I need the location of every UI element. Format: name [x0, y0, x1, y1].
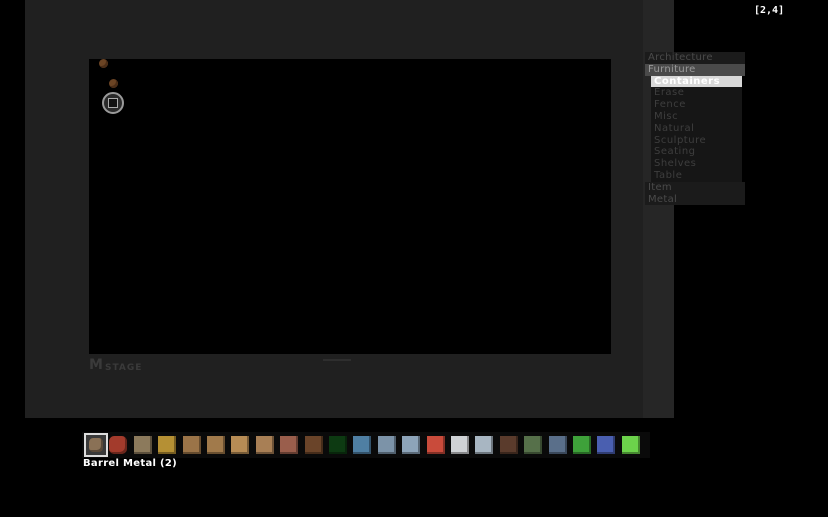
cursor-square-icon: [108, 98, 118, 108]
logo-text: STAGE: [105, 363, 143, 373]
slot-swatch: [329, 436, 347, 454]
blue-wood-icon[interactable]: [548, 435, 568, 455]
slot-swatch: [426, 436, 445, 454]
wood-panel-icon[interactable]: [230, 435, 250, 455]
green-dots-icon[interactable]: [328, 435, 348, 455]
plank-wall-icon[interactable]: [206, 435, 226, 455]
item-hotbar: [82, 432, 650, 458]
slot-swatch: [499, 436, 518, 454]
slot-swatch: [280, 436, 299, 454]
subcategory-misc[interactable]: Misc: [651, 110, 742, 123]
slot-swatch: [451, 436, 469, 454]
slot-swatch: [597, 436, 616, 454]
slot-swatch: [548, 436, 567, 454]
slot-swatch: [133, 436, 152, 454]
slot-swatch: [207, 436, 225, 454]
slot-swatch: [402, 436, 421, 454]
slot-swatch: [89, 438, 103, 452]
crate-light-icon[interactable]: [133, 435, 153, 455]
brick-panel-icon[interactable]: [279, 435, 299, 455]
wood-panel-icon[interactable]: [255, 435, 275, 455]
subcategory-sculpture[interactable]: Sculpture: [651, 134, 742, 147]
category-metal[interactable]: Metal: [645, 193, 745, 206]
plank-wall-icon[interactable]: [182, 435, 202, 455]
stage-logo: M STAGE: [89, 354, 149, 374]
blue-tool-icon[interactable]: [596, 435, 616, 455]
small-crate-icon[interactable]: [304, 435, 324, 455]
slot-swatch: [255, 436, 274, 454]
green-tool-icon[interactable]: [621, 435, 641, 455]
slot-swatch: [231, 436, 250, 454]
window-icon[interactable]: [377, 435, 397, 455]
slot-swatch: [475, 436, 494, 454]
slot-swatch: [377, 436, 396, 454]
logo-mark: M: [89, 357, 103, 373]
barrel-red-icon[interactable]: [108, 435, 128, 455]
slot-swatch: [353, 436, 372, 454]
stage-edge-mark: [323, 359, 351, 361]
category-furniture[interactable]: Furniture: [645, 63, 745, 76]
selected-item-name: Barrel Metal (2): [83, 458, 177, 469]
barrel-object[interactable]: [99, 59, 108, 68]
category-item[interactable]: Item: [645, 181, 745, 194]
barrel-object[interactable]: [109, 79, 118, 88]
green-wood-icon[interactable]: [523, 435, 543, 455]
dark-wood-icon[interactable]: [499, 435, 519, 455]
slot-swatch: [304, 436, 323, 454]
white-slab-icon[interactable]: [450, 435, 470, 455]
light-panel-icon[interactable]: [474, 435, 494, 455]
red-panel-icon[interactable]: [426, 435, 446, 455]
glass-panel-icon[interactable]: [401, 435, 421, 455]
subcategory-table[interactable]: Table: [651, 169, 742, 182]
glass-blue-icon[interactable]: [352, 435, 372, 455]
category-architecture[interactable]: Architecture: [645, 52, 745, 64]
subcategory-fence[interactable]: Fence: [651, 99, 742, 111]
build-category-menu: Architecture Furniture Containers Erase …: [645, 52, 745, 206]
subcategory-erase[interactable]: Erase: [651, 87, 742, 100]
subcategory-containers[interactable]: Containers: [651, 75, 742, 88]
subcategory-shelves[interactable]: Shelves: [651, 158, 742, 170]
green-block-icon[interactable]: [572, 435, 592, 455]
slot-swatch: [158, 436, 177, 454]
stage-area[interactable]: [89, 59, 611, 354]
slot-swatch: [573, 436, 591, 454]
slot-swatch: [182, 436, 201, 454]
placement-cursor[interactable]: [102, 92, 124, 114]
barrel-metal-icon[interactable]: [84, 433, 108, 457]
grid-coordinates: [2,4]: [754, 5, 785, 16]
slot-swatch: [621, 436, 640, 454]
slot-swatch: [109, 436, 128, 454]
subcategory-natural[interactable]: Natural: [651, 122, 742, 135]
slot-swatch: [524, 436, 543, 454]
subcategory-seating[interactable]: Seating: [651, 146, 742, 159]
crate-gold-icon[interactable]: [157, 435, 177, 455]
